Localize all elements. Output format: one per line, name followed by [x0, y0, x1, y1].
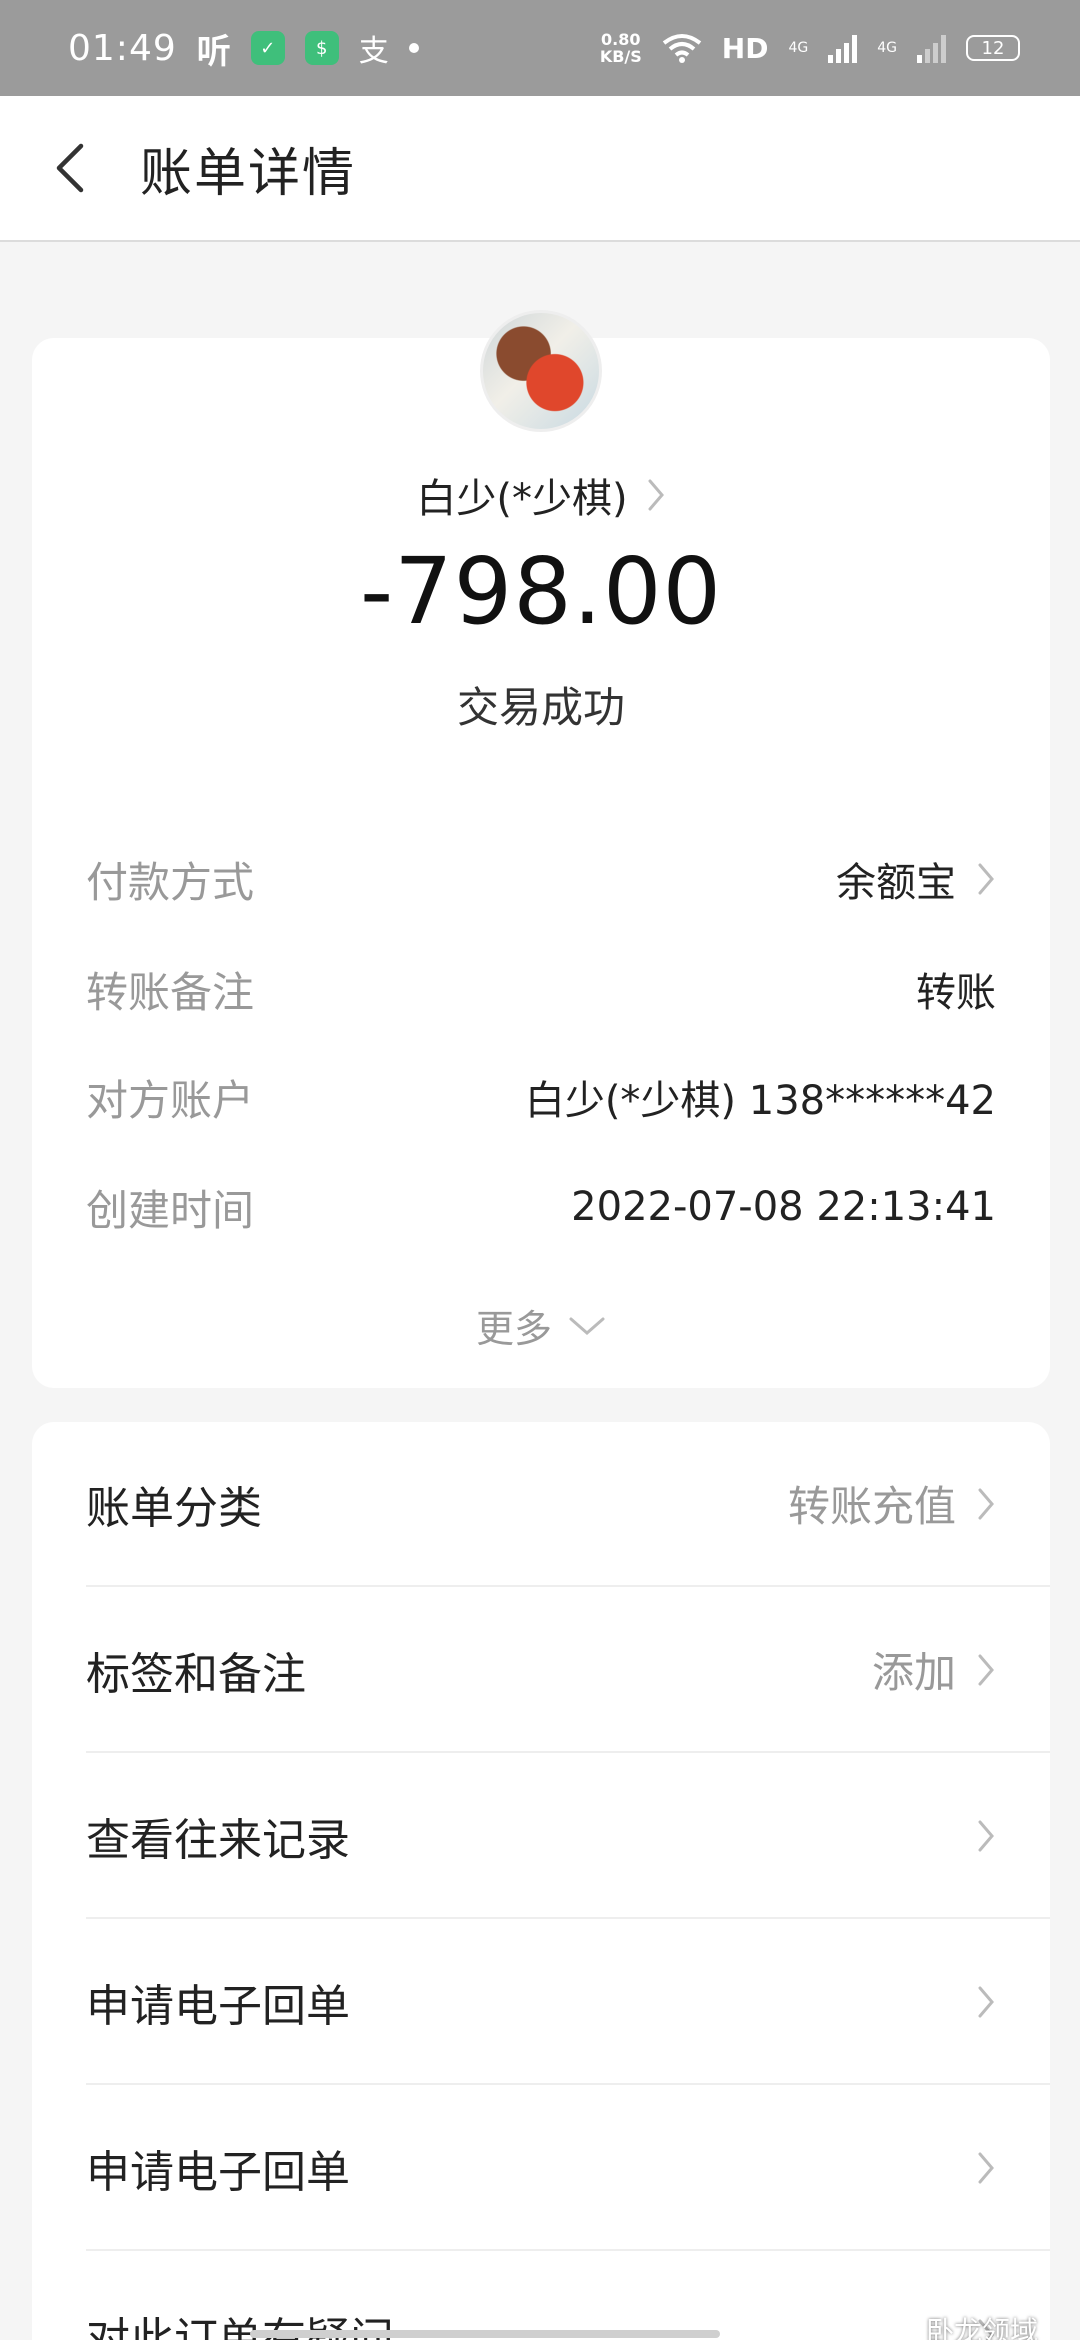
menu-right	[976, 1818, 996, 1854]
watermark: 卧龙领域	[884, 2310, 1038, 2340]
detail-value: 2022-07-08 22:13:41	[571, 1184, 996, 1230]
chevron-right-icon	[978, 1654, 994, 1685]
home-indicator[interactable]	[250, 2330, 720, 2338]
menu-value: 转账充值	[787, 1482, 956, 1531]
signal-icon	[828, 33, 858, 63]
payee-name: 白少(*少棋)	[416, 476, 628, 522]
detail-row-payment-method[interactable]: 付款方式 余额宝	[86, 844, 996, 914]
status-bar: 01:49 听 ✓ $ 支 0.80 KB/S HD 4G 4G 12	[0, 0, 1080, 96]
page-title: 账单详情	[140, 143, 357, 204]
detail-row-counterparty: 对方账户 白少(*少棋) 138******42	[86, 1062, 996, 1132]
alipay-notification-icon: 支	[358, 34, 389, 69]
network-speed-unit: KB/S	[599, 47, 642, 66]
network-type-2: 4G	[877, 40, 897, 56]
menu-label: 申请电子回单	[86, 2146, 350, 2198]
payee-link[interactable]: 白少(*少棋)	[32, 466, 1050, 524]
chevron-left-icon	[56, 143, 84, 193]
status-bar-left: 01:49 听 ✓ $ 支	[68, 24, 419, 73]
detail-row-created-time: 创建时间 2022-07-08 22:13:41	[86, 1172, 996, 1242]
menu-label: 标签和备注	[86, 1648, 306, 1700]
signal-icon-2	[917, 33, 946, 63]
bill-actions-card: 账单分类 转账充值 标签和备注 添加 查看往来记录 申请电子回单 申请电子回单 …	[32, 1422, 1050, 2340]
menu-item-e-receipt-2[interactable]: 申请电子回单	[86, 2086, 1050, 2251]
detail-value: 转账	[916, 970, 996, 1016]
back-button[interactable]	[0, 95, 140, 241]
more-button[interactable]: 更多	[32, 1298, 1050, 1353]
network-speed-value: 0.80	[601, 30, 641, 49]
menu-label: 账单分类	[86, 1482, 262, 1534]
network-speed: 0.80 KB/S	[600, 31, 642, 65]
battery-icon: 12	[966, 35, 1020, 61]
menu-label: 查看往来记录	[86, 1814, 350, 1866]
chevron-right-icon	[648, 479, 664, 511]
notification-dot-icon	[408, 43, 419, 53]
menu-item-history[interactable]: 查看往来记录	[86, 1754, 1050, 1919]
detail-value-wrap: 余额宝	[836, 850, 996, 908]
menu-item-e-receipt[interactable]: 申请电子回单	[86, 1920, 1050, 2085]
detail-value: 白少(*少棋) 138******42	[524, 1078, 996, 1124]
chevron-right-icon	[978, 1488, 994, 1519]
chevron-right-icon	[978, 1986, 994, 2017]
menu-item-bill-category[interactable]: 账单分类 转账充值	[86, 1422, 1050, 1587]
menu-right	[976, 2150, 996, 2186]
wifi-icon	[662, 34, 702, 63]
chevron-right-icon	[978, 1820, 994, 1851]
chevron-down-icon	[569, 1317, 605, 1335]
menu-right: 添加	[872, 1639, 996, 1700]
nav-bar: 账单详情	[0, 96, 1080, 242]
chevron-right-icon	[978, 2152, 994, 2183]
detail-row-transfer-note: 转账备注 转账	[86, 954, 996, 1024]
detail-label: 创建时间	[86, 1185, 255, 1235]
more-label: 更多	[475, 1307, 552, 1351]
amount: -798.00	[359, 538, 723, 645]
avatar[interactable]	[480, 310, 602, 432]
hd-icon: HD	[721, 31, 769, 65]
detail-value: 余额宝	[836, 860, 956, 906]
security-app-icon: ✓	[250, 31, 285, 65]
menu-value: 添加	[871, 1648, 956, 1697]
menu-label: 申请电子回单	[86, 1980, 350, 2032]
menu-right: 转账充值	[788, 1473, 996, 1534]
chevron-right-icon	[978, 863, 994, 895]
status-time: 01:49	[68, 27, 177, 69]
menu-right	[976, 1984, 996, 2020]
bill-summary-card: 白少(*少棋) -798.00 交易成功 付款方式 余额宝 转账备注 转账 对方…	[32, 310, 1050, 1388]
network-type-1: 4G	[788, 40, 809, 56]
watermark-text: 卧龙领域	[926, 2315, 1039, 2340]
listen-app-icon: 听	[196, 31, 231, 72]
detail-label: 付款方式	[86, 857, 255, 907]
transaction-status: 交易成功	[456, 683, 625, 732]
status-bar-right: 0.80 KB/S HD 4G 4G 12	[600, 31, 1020, 65]
security-app-icon-2: $	[304, 31, 339, 65]
menu-item-tags-notes[interactable]: 标签和备注 添加	[86, 1588, 1050, 1753]
detail-label: 对方账户	[86, 1075, 255, 1125]
wechat-icon	[884, 2317, 918, 2340]
detail-label: 转账备注	[86, 967, 255, 1017]
